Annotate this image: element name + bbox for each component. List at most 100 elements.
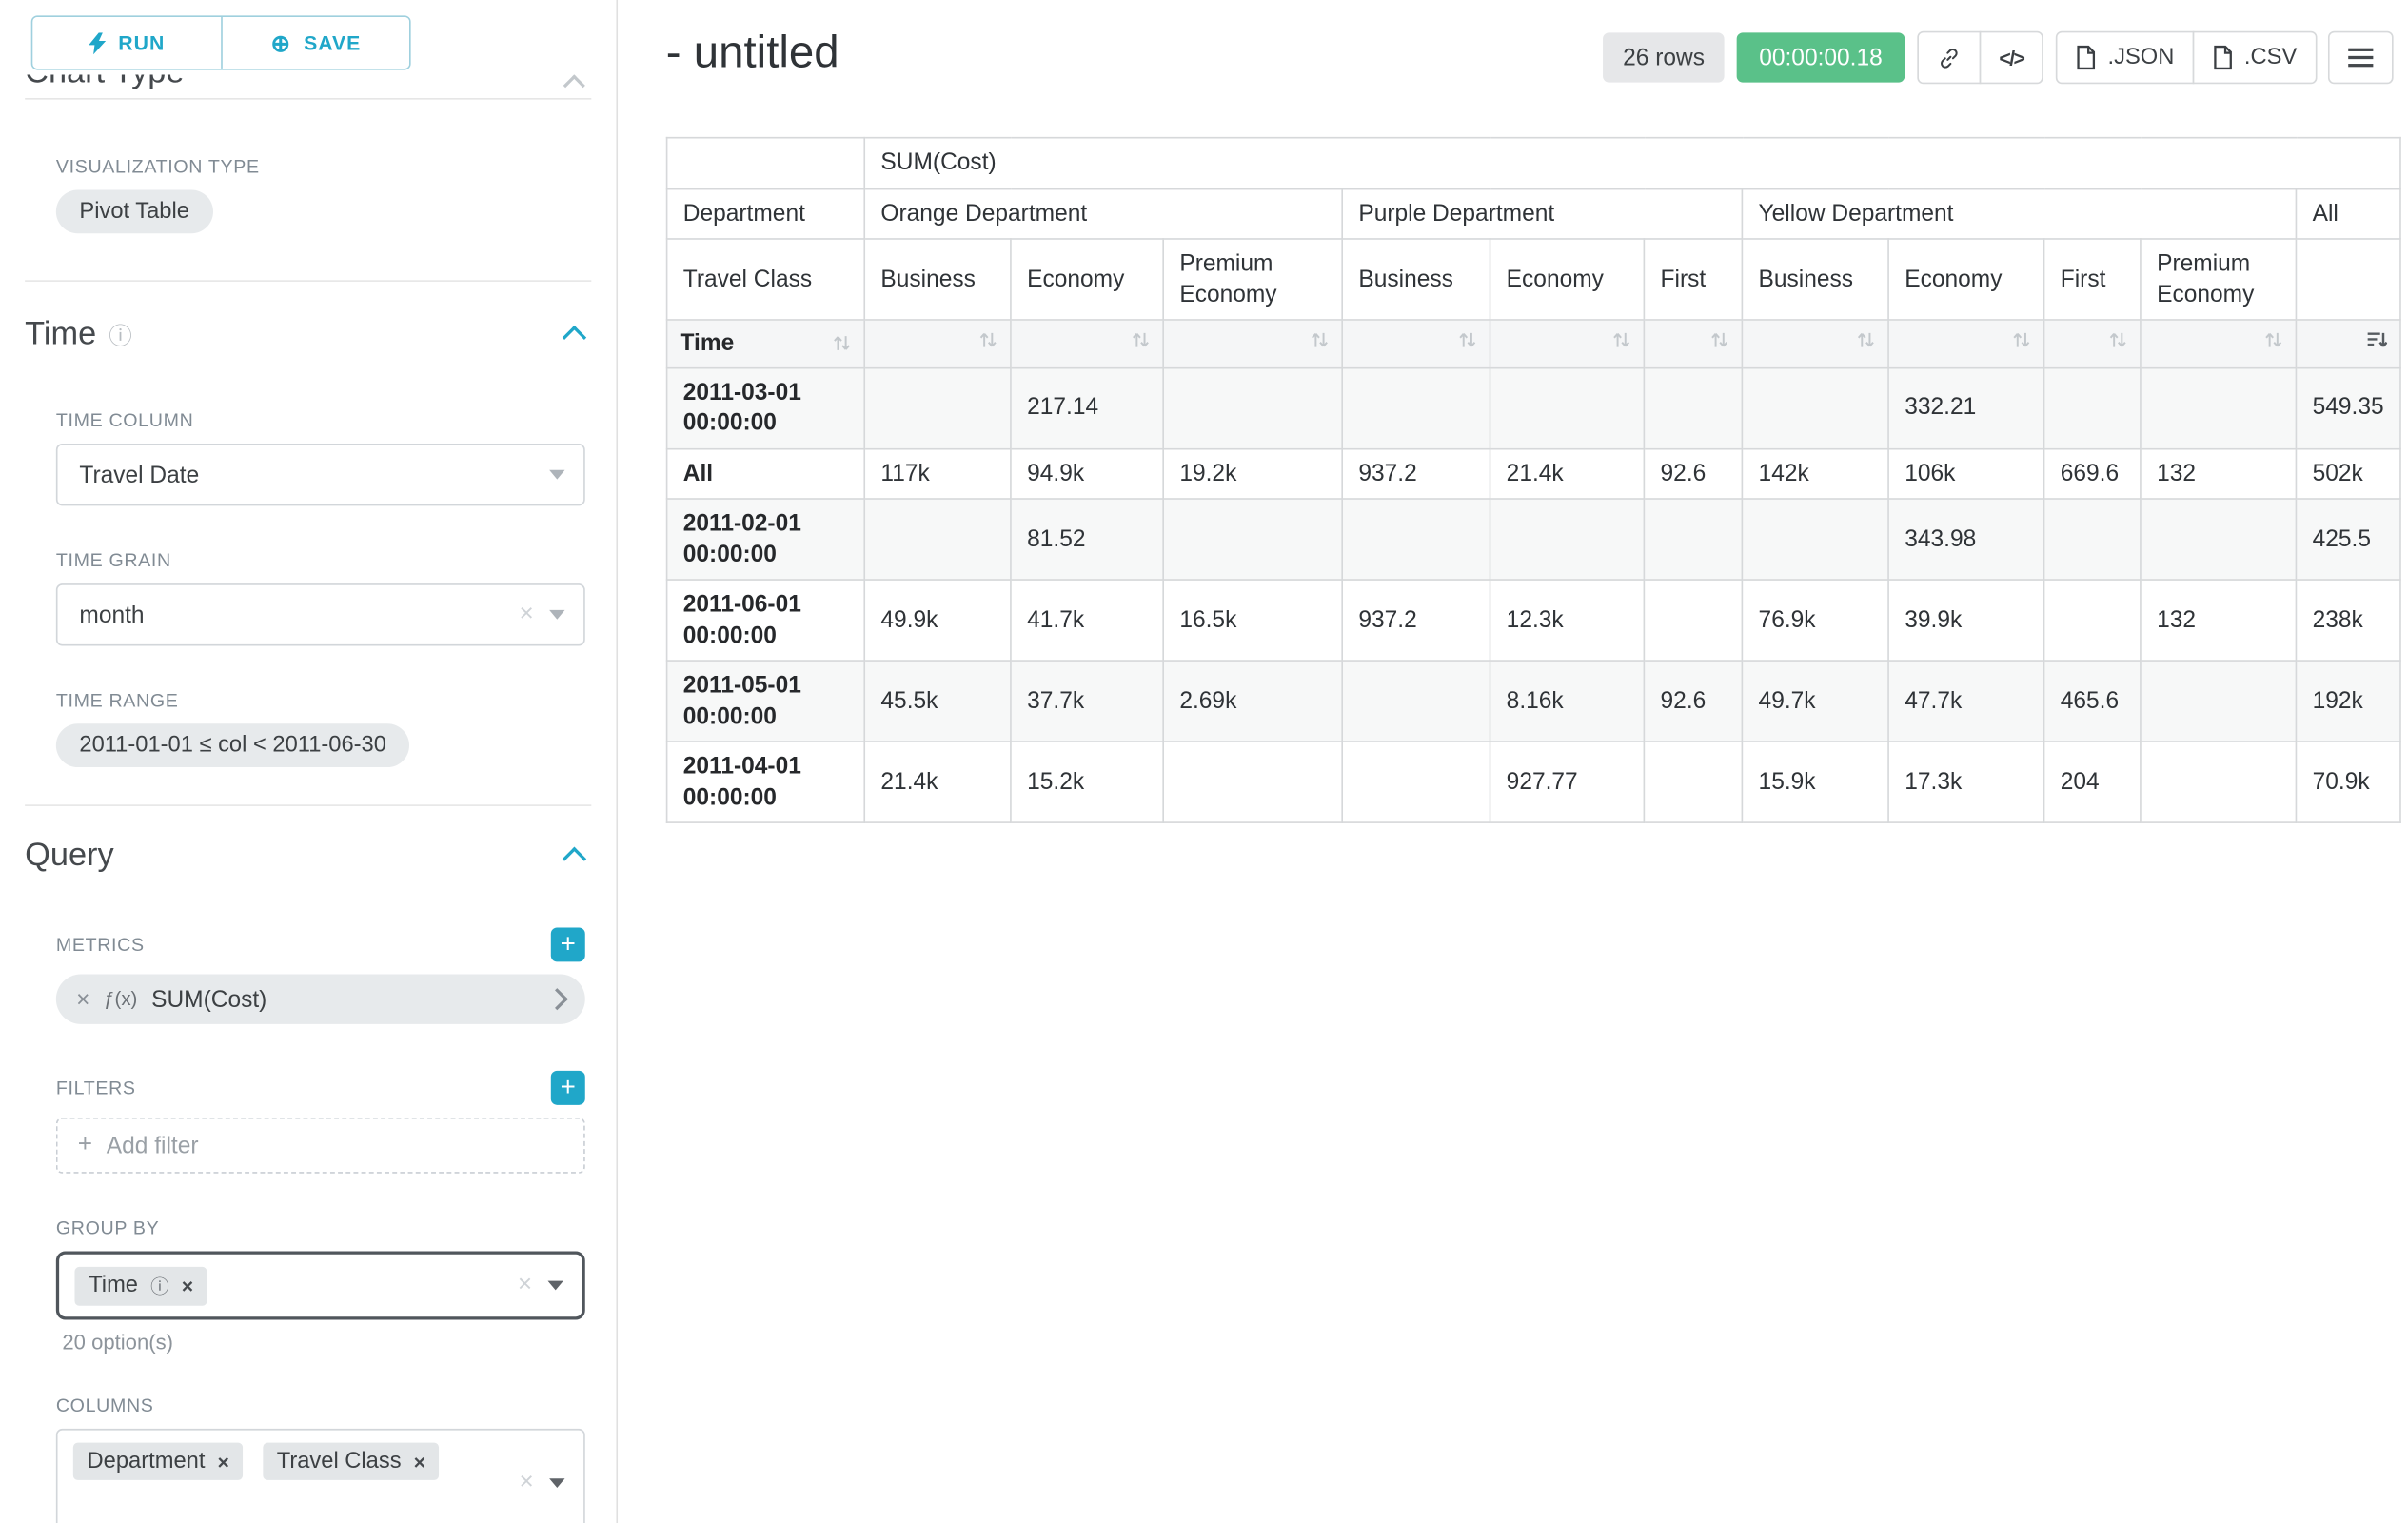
pivot-value-cell — [1644, 742, 1742, 822]
columns-chip[interactable]: Travel Class × — [263, 1443, 440, 1480]
sort-toggle[interactable] — [1011, 320, 1163, 367]
sort-toggle[interactable] — [1490, 320, 1645, 367]
clear-icon[interactable]: × — [520, 603, 534, 627]
sort-toggle[interactable] — [1888, 320, 2044, 367]
visualization-type-pill[interactable]: Pivot Table — [56, 189, 213, 233]
chevron-up-icon[interactable] — [563, 325, 586, 348]
pivot-value-cell: 16.5k — [1163, 580, 1342, 661]
columns-chip[interactable]: Department × — [73, 1443, 244, 1480]
chart-title[interactable]: - untitled — [666, 28, 839, 79]
metric-header-row: SUM(Cost) — [667, 138, 2400, 188]
chart-panel: - untitled 26 rows 00:00:00.18 </> .JSON — [618, 0, 2408, 1523]
time-column-select[interactable]: Travel Date — [56, 444, 585, 505]
pivot-value-cell — [1342, 499, 1490, 580]
explore-view: RUN ⊕ SAVE Chart Type VISUALIZATION TYPE… — [0, 0, 2408, 1523]
sort-toggle[interactable] — [1342, 320, 1490, 367]
add-filter-plus-button[interactable]: + — [551, 1071, 585, 1105]
run-save-button-group: RUN ⊕ SAVE — [31, 15, 411, 69]
sort-icon — [978, 330, 997, 350]
export-csv-label: .CSV — [2244, 45, 2297, 69]
columns-label: COLUMNS — [56, 1394, 585, 1416]
remove-chip-icon[interactable]: × — [414, 1450, 425, 1474]
query-timer-badge: 00:00:00.18 — [1737, 32, 1904, 82]
remove-chip-icon[interactable]: × — [182, 1274, 193, 1297]
pivot-value-cell: 92.6 — [1644, 661, 1742, 742]
export-csv-button[interactable]: .CSV — [2193, 31, 2318, 85]
pivot-value-cell — [2044, 580, 2141, 661]
pivot-value-cell: 937.2 — [1342, 448, 1490, 499]
sort-toggle[interactable] — [2044, 320, 2141, 367]
embed-code-button[interactable]: </> — [1979, 31, 2043, 85]
query-section-header[interactable]: Query — [25, 838, 585, 875]
save-button[interactable]: ⊕ SAVE — [221, 17, 409, 69]
time-column-value: Travel Date — [79, 462, 199, 488]
pivot-value-cell: 41.7k — [1011, 580, 1163, 661]
sort-desc-icon — [2365, 330, 2387, 350]
pivot-value-cell: 549.35 — [2296, 367, 2399, 448]
sort-icon — [1132, 330, 1151, 350]
group-by-chip[interactable]: Time ⓘ × — [74, 1266, 207, 1305]
time-range-pill[interactable]: 2011-01-01 ≤ col < 2011-06-30 — [56, 723, 410, 767]
time-section-title: Time — [25, 316, 96, 353]
time-grain-label: TIME GRAIN — [56, 549, 585, 571]
pivot-value-cell — [1163, 499, 1342, 580]
pivot-value-cell: 15.2k — [1011, 742, 1163, 822]
share-button-group: </> — [1917, 31, 2044, 85]
export-json-button[interactable]: .JSON — [2057, 31, 2195, 85]
time-section-header[interactable]: Time ⓘ — [25, 316, 585, 353]
subcolumn-header-cell: Premium Economy — [1163, 239, 1342, 320]
pivot-value-cell: 927.77 — [1490, 742, 1645, 822]
pivot-data-row: 2011-03-01 00:00:00217.14332.21549.35 — [667, 367, 2400, 448]
clear-icon[interactable]: × — [518, 1273, 532, 1297]
pivot-value-cell — [2044, 367, 2141, 448]
plus-circle-icon: ⊕ — [270, 29, 291, 56]
sort-toggle[interactable] — [864, 320, 1011, 367]
pivot-table-body: 2011-03-01 00:00:00217.14332.21549.35All… — [667, 367, 2400, 822]
subcolumn-header-cell: First — [1644, 239, 1742, 320]
add-metric-button[interactable]: + — [551, 927, 585, 961]
metric-chip[interactable]: × ƒ(x) SUM(Cost) — [56, 975, 585, 1024]
file-icon — [2213, 45, 2233, 69]
columns-select[interactable]: Department × Travel Class × × — [56, 1429, 585, 1523]
time-grain-select[interactable]: month × — [56, 583, 585, 645]
info-icon: ⓘ — [109, 318, 132, 350]
chevron-down-icon — [549, 470, 564, 480]
sort-icon — [1612, 330, 1631, 350]
chevron-down-icon — [549, 610, 564, 620]
group-by-select[interactable]: Time ⓘ × × — [56, 1252, 585, 1320]
chevron-right-icon — [546, 988, 568, 1010]
subcolumn-header-cell: Business — [864, 239, 1011, 320]
remove-chip-icon[interactable]: × — [218, 1450, 229, 1474]
pivot-value-cell — [1742, 499, 1888, 580]
export-button-group: .JSON .CSV — [2057, 31, 2318, 85]
pivot-value-cell: 502k — [2296, 448, 2399, 499]
add-filter-label: Add filter — [107, 1132, 199, 1158]
sort-toggle[interactable] — [2141, 320, 2297, 367]
columns-chip-label: Department — [88, 1449, 206, 1474]
sort-toggle[interactable] — [1163, 320, 1342, 367]
pivot-value-cell: 425.5 — [2296, 499, 2399, 580]
chevron-up-icon[interactable] — [563, 846, 586, 870]
sort-by-row-dimension[interactable]: Time — [667, 320, 865, 367]
filters-label: FILTERS — [56, 1077, 136, 1098]
chart-type-section-clipped[interactable]: Chart Type — [25, 74, 591, 98]
sort-toggle-active-desc[interactable] — [2296, 320, 2399, 367]
sort-icon — [2108, 330, 2127, 350]
add-filter-button[interactable]: + Add filter — [56, 1118, 585, 1174]
sub-dimension-label: Travel Class — [667, 239, 865, 320]
sort-toggle[interactable] — [1742, 320, 1888, 367]
copy-link-button[interactable] — [1917, 31, 1981, 85]
group-by-label: GROUP BY — [56, 1217, 585, 1239]
remove-metric-icon[interactable]: × — [76, 986, 89, 1013]
sort-toggle[interactable] — [1644, 320, 1742, 367]
clear-icon[interactable]: × — [520, 1471, 534, 1495]
row-dimension-label: Time — [680, 328, 734, 359]
run-button[interactable]: RUN — [32, 17, 221, 69]
pivot-value-cell: 217.14 — [1011, 367, 1163, 448]
pivot-value-cell — [2141, 367, 2297, 448]
pivot-value-cell: 37.7k — [1011, 661, 1163, 742]
menu-button[interactable] — [2328, 31, 2394, 85]
pivot-value-cell — [1342, 742, 1490, 822]
function-icon: ƒ(x) — [104, 988, 137, 1010]
query-section-title: Query — [25, 838, 114, 875]
